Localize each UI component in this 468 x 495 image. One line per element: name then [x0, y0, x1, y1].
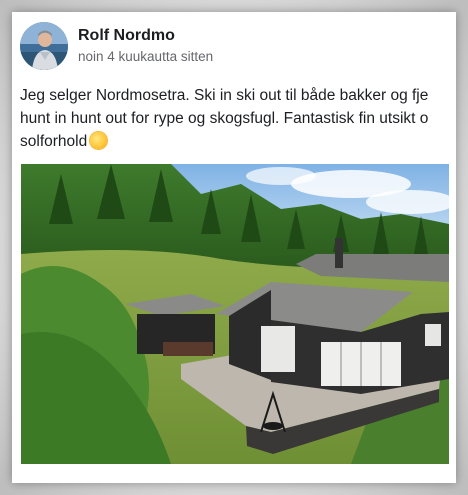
post-header: Rolf Nordmo noin 4 kuukautta sitten — [20, 22, 450, 70]
cabin-photo — [21, 164, 449, 464]
post-text-line: hunt in hunt out for rype og skogsfugl. … — [20, 110, 429, 127]
post-text-line: Jeg selger Nordmosetra. Ski in ski out t… — [20, 87, 429, 104]
post-text-line-last: solforhold — [20, 130, 456, 153]
avatar-photo — [20, 22, 68, 70]
sun-emoji-icon — [90, 132, 108, 149]
screenshot-frame: Rolf Nordmo noin 4 kuukautta sitten Jeg … — [0, 0, 468, 495]
post-card: Rolf Nordmo noin 4 kuukautta sitten Jeg … — [12, 12, 456, 483]
post-text-line: solforhold — [20, 133, 88, 150]
post-timestamp[interactable]: noin 4 kuukautta sitten — [78, 49, 213, 64]
post-photo[interactable] — [21, 164, 449, 464]
author-name[interactable]: Rolf Nordmo — [78, 27, 175, 45]
post-text: Jeg selger Nordmosetra. Ski in ski out t… — [20, 84, 456, 153]
avatar[interactable] — [20, 22, 68, 70]
